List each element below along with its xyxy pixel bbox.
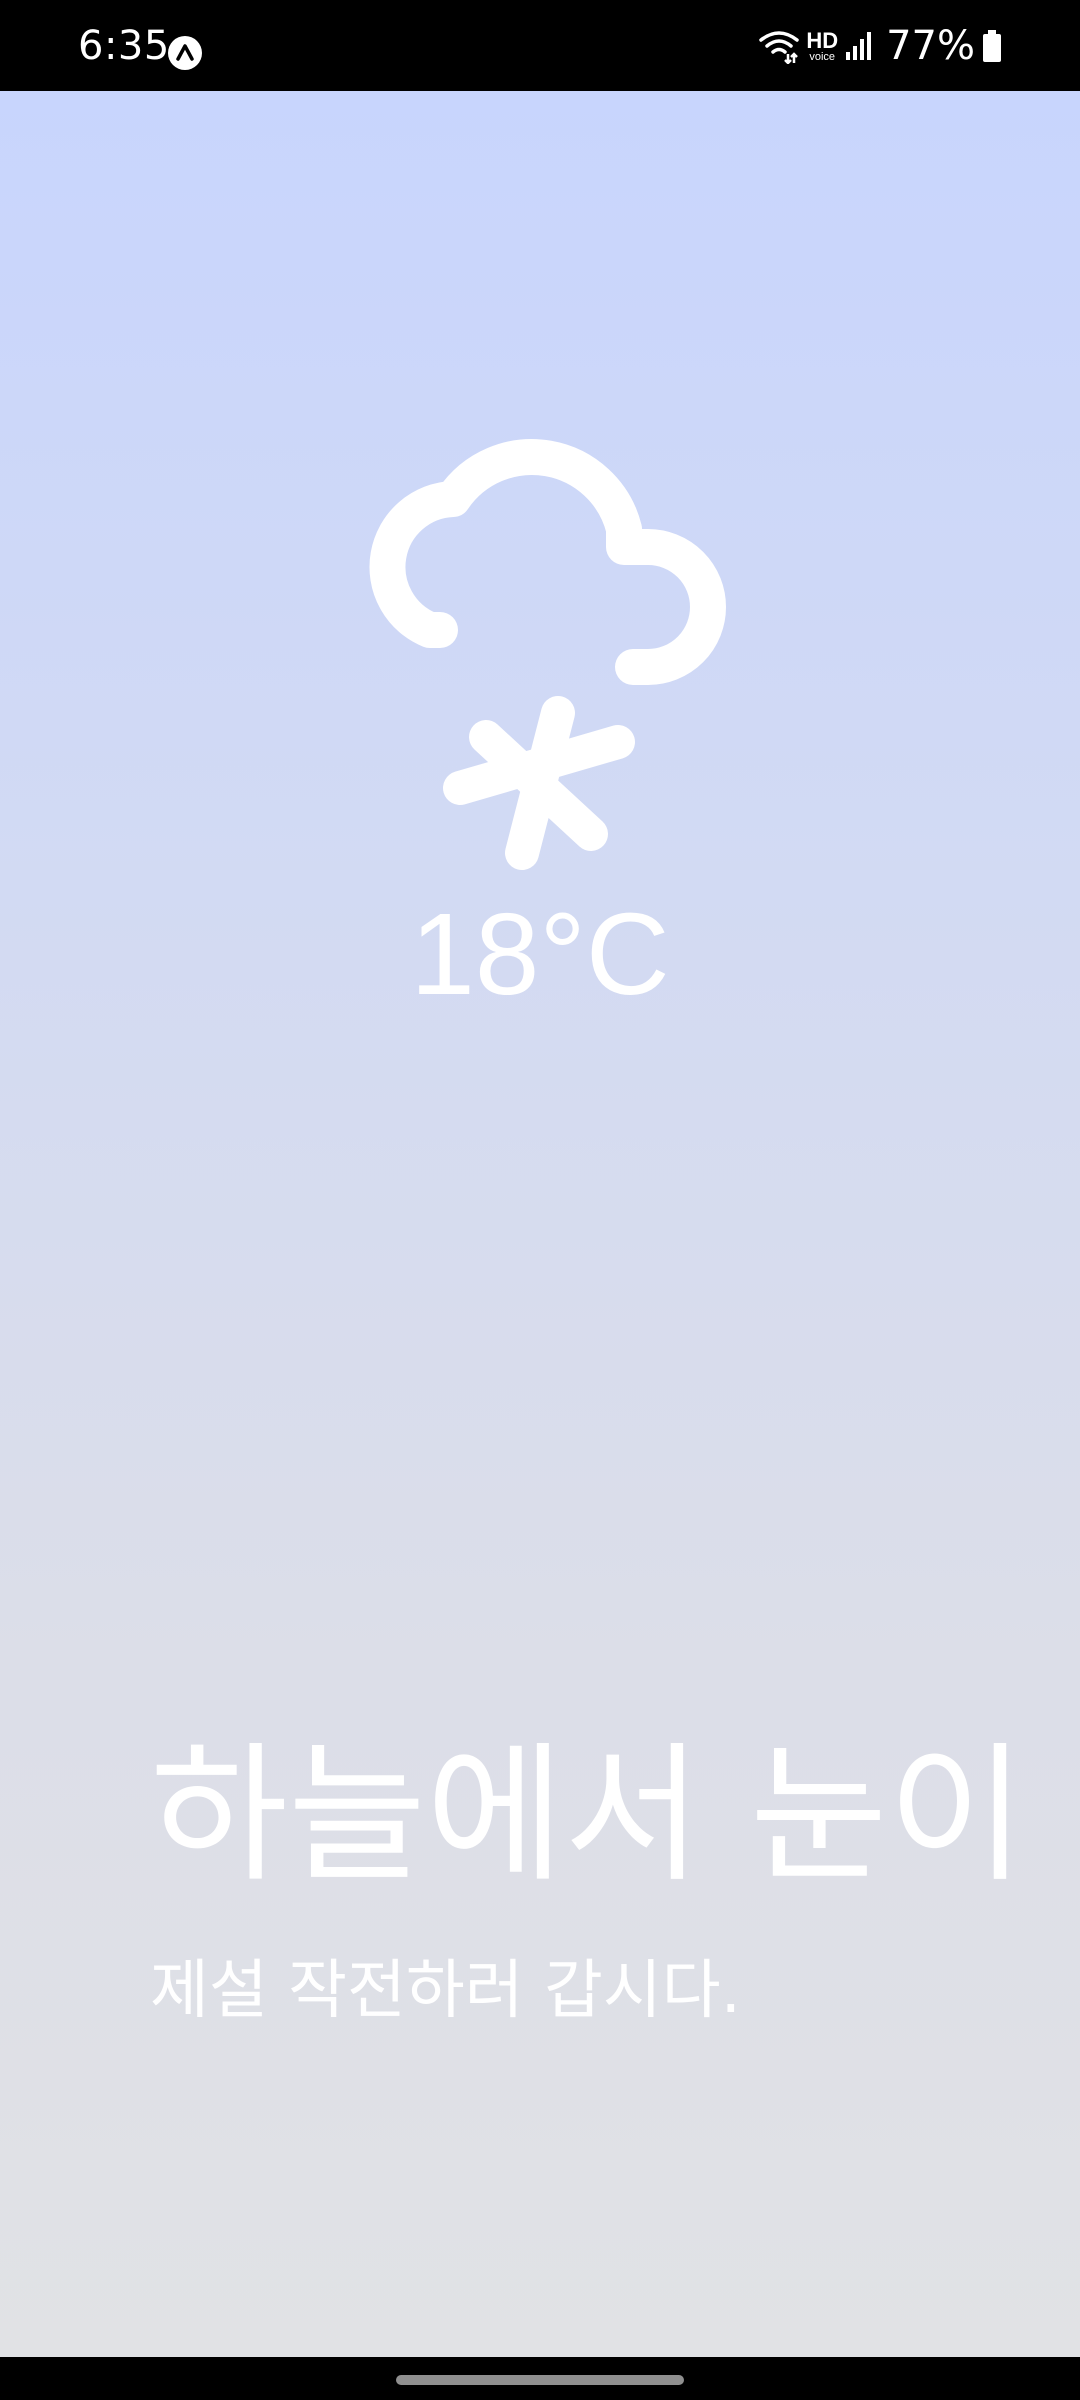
temperature: 18°C: [410, 889, 670, 1019]
weather-screen: 18°C 하늘에서 눈이 제설 작전하러 갑시다.: [0, 91, 1080, 2357]
wifi-icon: [759, 31, 800, 64]
headline: 하늘에서 눈이: [150, 1729, 1026, 1903]
navigation-bar: [0, 2357, 1080, 2400]
voice-label: voice: [809, 50, 836, 63]
status-icons: HD voice 77%: [758, 26, 1003, 66]
status-time: 6:35: [78, 23, 170, 69]
status-bar: 6:35 HD voice 77%: [0, 0, 1080, 91]
hd-label: HD: [806, 27, 839, 53]
hd-voice-badge: HD voice: [806, 27, 839, 63]
subline: 제설 작전하러 갑시다.: [150, 1954, 741, 2028]
home-indicator[interactable]: [396, 2375, 684, 2385]
battery-percent: 77%: [886, 23, 975, 69]
battery-icon: [983, 30, 1001, 62]
signal-icon: [846, 32, 872, 60]
cloud-snow-icon: [369, 439, 726, 870]
app-notification-icon: [168, 36, 202, 70]
